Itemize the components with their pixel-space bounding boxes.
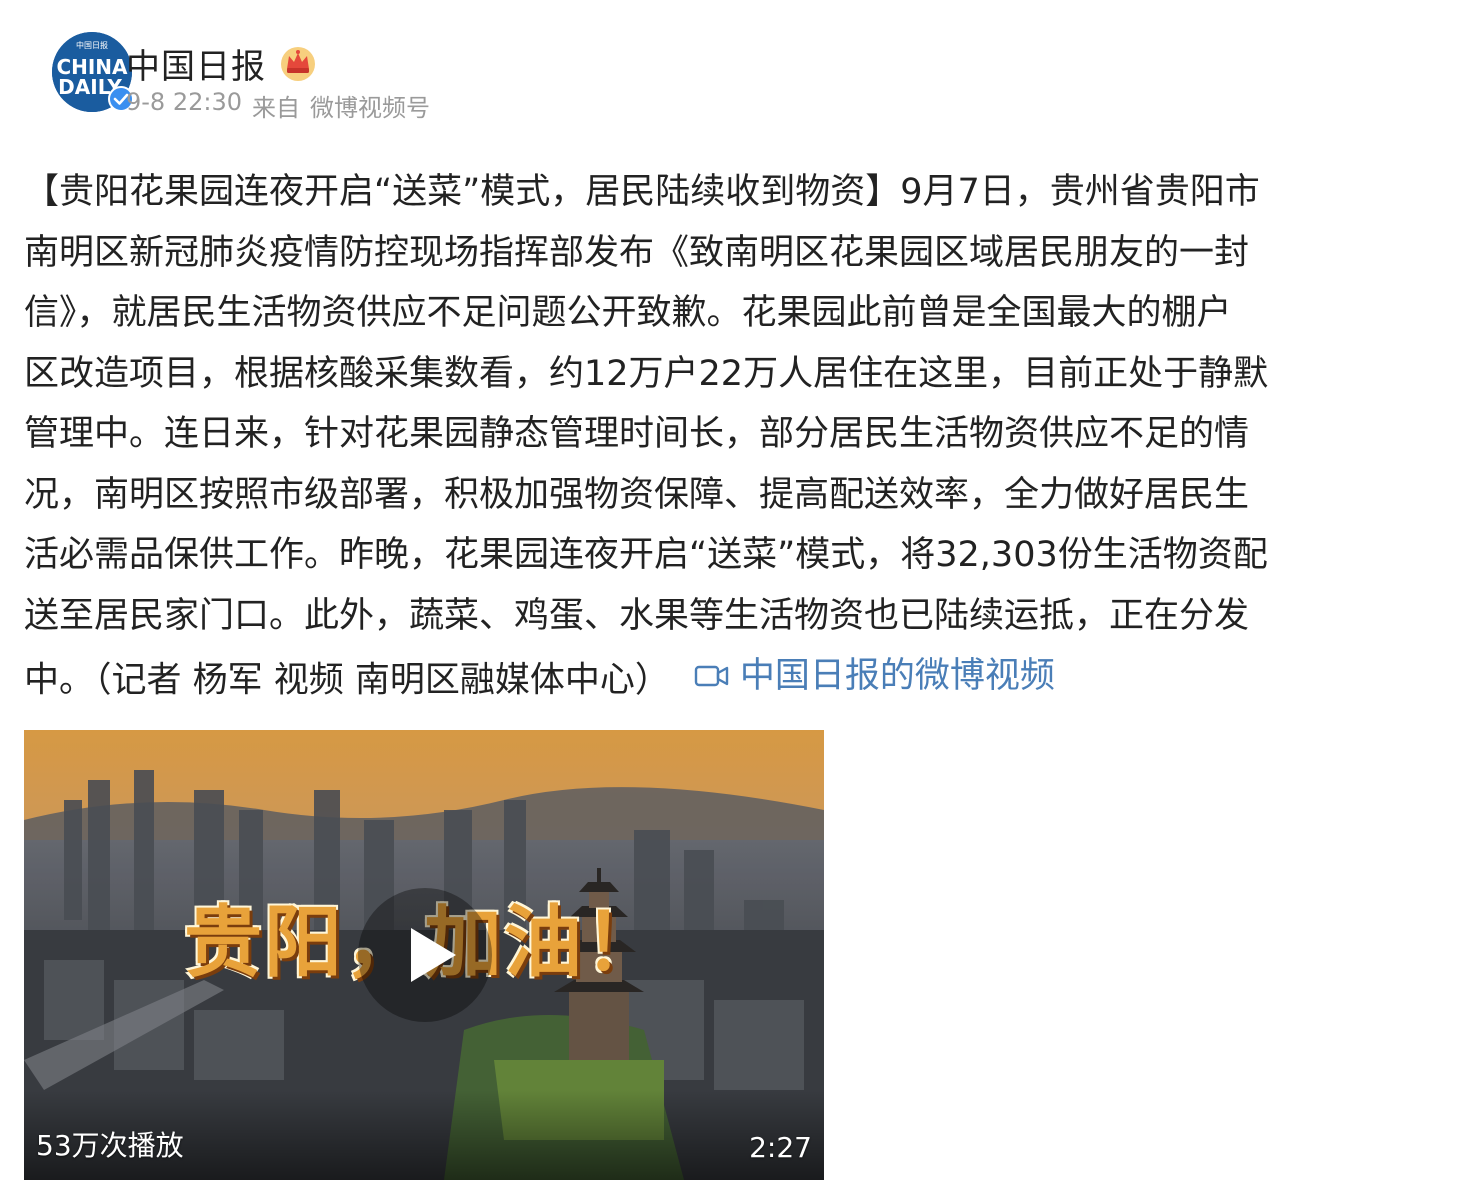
post-text-line: 管理中。连日来，针对花果园静态管理时间长，部分居民生活物资供应不足的情 [24,414,1250,454]
video-player[interactable]: 贵阳，加油！ 53万次播放 2:27 [24,730,824,1180]
post-text-line: 况，南明区按照市级部署，积极加强物资保障、提高配送效率，全力做好居民生 [24,474,1250,515]
user-name[interactable]: 中国日报 [126,39,266,88]
video-camera-icon [694,666,729,687]
post-body: 【贵阳花果园连夜开启“送菜”模式，居民陆续收到物资】9月7日，贵州省贵阳市 南明… [24,162,1444,707]
post-text-last-line: 中。（记者 杨军 视频 南明区融媒体中心） 中国日报的微博视频 [24,646,1444,707]
source-name[interactable]: 微博视频号 [310,88,430,123]
post-header: 中国日报 CHINA DAILY 中国日报 9-8 22:30 来自 微博视频号 [52,32,1432,122]
post-meta: 9-8 22:30 来自 微博视频号 [126,88,430,123]
post-text-credit: 中。（记者 杨军 视频 南明区融媒体中心） [24,660,670,701]
avatar[interactable]: 中国日报 CHINA DAILY [52,32,134,112]
video-link[interactable]: 中国日报的微博视频 [694,646,1055,707]
video-link-label[interactable]: 中国日报的微博视频 [740,646,1055,707]
source-prefix: 来自 [252,94,300,122]
post-text-line: 送至居民家门口。此外，蔬菜、鸡蛋、水果等生活物资也已陆续运抵，正在分发 [24,595,1250,636]
post-text-line: 南明区新冠肺炎疫情防控现场指挥部发布《致南明区花果园区域居民朋友的一封 [24,232,1250,273]
post-text-line: 活必需品保供工作。昨晚，花果园连夜开启“送菜”模式，将32,303份生活物资配 [24,535,1268,575]
play-icon [411,928,456,982]
crown-icon [281,47,315,81]
post-text-line: 信》，就居民生活物资供应不足问题公开致歉。花果园此前曾是全国最大的棚户 [24,293,1232,333]
post-text-line: 区改造项目，根据核酸采集数看，约12万户22万人居住在这里，目前正处于静默 [24,353,1269,394]
post-timestamp[interactable]: 9-8 22:30 [126,88,242,123]
video-duration: 2:27 [749,1131,812,1164]
video-views-count: 53万次播放 [36,1129,184,1162]
avatar-chinese-text: 中国日报 [76,40,108,50]
user-name-row: 中国日报 [126,38,318,88]
post-text-line: 【贵阳花果园连夜开启“送菜”模式，居民陆续收到物资】9月7日，贵州省贵阳市 [24,172,1260,212]
play-button[interactable] [358,888,492,1022]
